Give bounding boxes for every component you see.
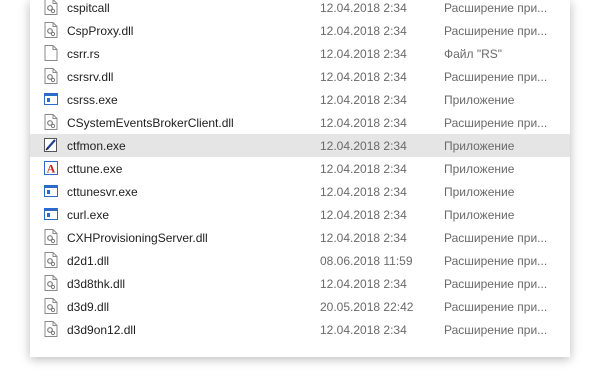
- file-date: 12.04.2018 2:34: [320, 323, 407, 337]
- file-type: Расширение при...: [444, 277, 548, 291]
- file-name: d3d8thk.dll: [67, 277, 126, 291]
- file-date: 12.04.2018 2:34: [320, 47, 407, 61]
- file-date: 20.05.2018 22:42: [320, 300, 414, 314]
- file-type: Расширение при...: [444, 1, 548, 15]
- file-row[interactable]: curl.exe 12.04.2018 2:34 Приложение: [30, 203, 570, 226]
- file-type: Расширение при...: [444, 70, 548, 84]
- file-row[interactable]: d3d8thk.dll 12.04.2018 2:34 Расширение при…: [30, 272, 570, 295]
- file-row[interactable]: Acttune.exe 12.04.2018 2:34 Приложение: [30, 157, 570, 180]
- file-name: CSystemEventsBrokerClient.dll: [67, 116, 234, 130]
- file-name: csrss.exe: [67, 93, 118, 107]
- dll-icon: [44, 114, 58, 130]
- file-type: Файл "RS": [444, 47, 503, 61]
- file-row[interactable]: d3d9on12.dll 12.04.2018 2:34 Расширение пр…: [30, 318, 570, 341]
- dll-icon: [44, 298, 58, 314]
- exe-icon: [44, 91, 58, 107]
- file-row[interactable]: d3d9.dll 20.05.2018 22:42 Расширение при..…: [30, 295, 570, 318]
- file-name: cttune.exe: [67, 162, 123, 176]
- file-name: ctfmon.exe: [67, 139, 126, 153]
- file-type: Приложение: [444, 139, 515, 153]
- file-type: Расширение при...: [444, 116, 548, 130]
- file-name: cttunesvr.exe: [67, 185, 138, 199]
- file-date: 12.04.2018 2:34: [320, 93, 407, 107]
- file-list: cspitcall 12.04.2018 2:34 Расширение при..…: [30, 0, 570, 341]
- file-name: csrr.rs: [67, 47, 100, 61]
- file-type: Приложение: [444, 208, 515, 222]
- file-date: 08.06.2018 11:59: [320, 254, 413, 268]
- cttune-icon: A: [44, 160, 58, 176]
- file-date: 12.04.2018 2:34: [320, 139, 407, 153]
- file-type: Расширение при...: [444, 254, 548, 268]
- dll-icon: [44, 229, 58, 245]
- file-row[interactable]: cttunesvr.exe 12.04.2018 2:34 Приложение: [30, 180, 570, 203]
- file-row[interactable]: d2d1.dll 08.06.2018 11:59 Расширение при..…: [30, 249, 570, 272]
- file-name: d3d9.dll: [67, 300, 110, 314]
- file-type: Расширение при...: [444, 300, 548, 314]
- file-date: 12.04.2018 2:34: [320, 231, 407, 245]
- ctfmon-icon: [44, 137, 58, 153]
- file-row[interactable]: csrr.rs 12.04.2018 2:34 Файл "RS": [30, 42, 570, 65]
- dll-icon: [44, 275, 58, 291]
- file-name: cspitcall: [67, 1, 110, 15]
- file-name: CXHProvisioningServer.dll: [67, 231, 208, 245]
- file-date: 12.04.2018 2:34: [320, 162, 407, 176]
- file-date: 12.04.2018 2:34: [320, 24, 407, 38]
- file-date: 12.04.2018 2:34: [320, 70, 407, 84]
- file-icon: [44, 45, 58, 61]
- file-name: d3d9on12.dll: [67, 323, 136, 337]
- file-row[interactable]: ctfmon.exe 12.04.2018 2:34 Приложение: [30, 134, 570, 157]
- dll-icon: [44, 252, 58, 268]
- exe-icon: [44, 206, 58, 222]
- dll-icon: [44, 0, 58, 15]
- file-date: 12.04.2018 2:34: [320, 116, 407, 130]
- file-row[interactable]: cspitcall 12.04.2018 2:34 Расширение при..…: [30, 0, 570, 19]
- file-name: curl.exe: [67, 208, 110, 222]
- dll-icon: [44, 68, 58, 84]
- file-row[interactable]: CspProxy.dll 12.04.2018 2:34 Расширение пр…: [30, 19, 570, 42]
- file-row[interactable]: CSystemEventsBrokerClient.dll 12.04.2018 …: [30, 111, 570, 134]
- file-name: csrsrv.dll: [67, 70, 114, 84]
- exe-icon: [44, 183, 58, 199]
- file-name: d2d1.dll: [67, 254, 110, 268]
- file-date: 12.04.2018 2:34: [320, 185, 407, 199]
- file-type: Расширение при...: [444, 323, 548, 337]
- dll-icon: [44, 22, 58, 38]
- file-type: Приложение: [444, 185, 515, 199]
- svg-text:A: A: [47, 162, 56, 176]
- file-name: CspProxy.dll: [67, 24, 134, 38]
- file-row[interactable]: CXHProvisioningServer.dll 12.04.2018 2:34…: [30, 226, 570, 249]
- file-type: Расширение при...: [444, 231, 548, 245]
- dll-icon: [44, 321, 58, 337]
- file-list-panel: cspitcall 12.04.2018 2:34 Расширение при..…: [30, 0, 570, 357]
- file-date: 12.04.2018 2:34: [320, 208, 407, 222]
- file-date: 12.04.2018 2:34: [320, 277, 407, 291]
- file-date: 12.04.2018 2:34: [320, 1, 407, 15]
- file-type: Приложение: [444, 162, 515, 176]
- file-row[interactable]: csrsrv.dll 12.04.2018 2:34 Расширение при.…: [30, 65, 570, 88]
- file-type: Приложение: [444, 93, 515, 107]
- file-type: Расширение при...: [444, 24, 548, 38]
- file-row[interactable]: csrss.exe 12.04.2018 2:34 Приложение: [30, 88, 570, 111]
